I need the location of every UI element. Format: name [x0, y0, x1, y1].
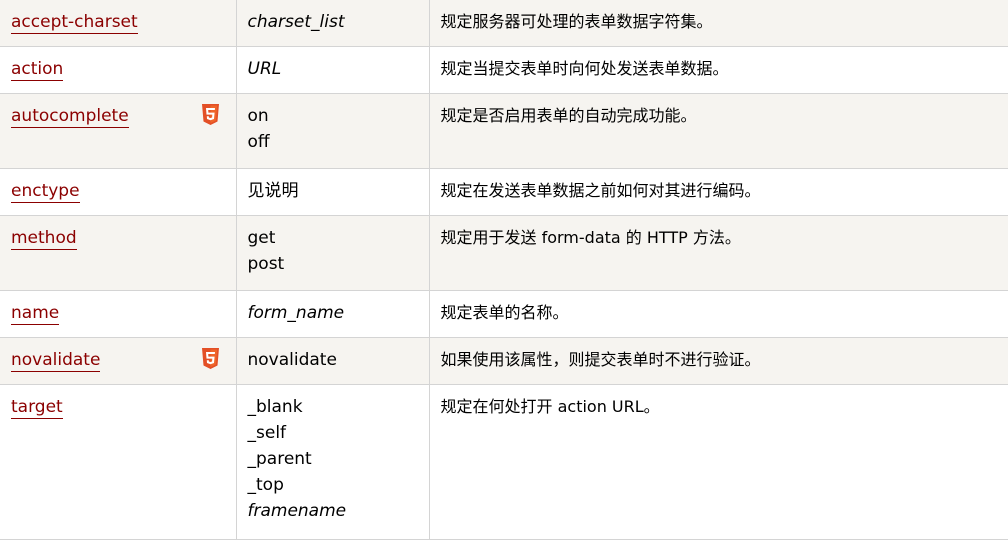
value-cell: on off [235, 93, 430, 169]
value-item: _self [247, 423, 287, 443]
value-cell: get post [235, 215, 430, 291]
attribute-link[interactable]: method [11, 228, 77, 250]
attribute-cell: accept-charset [0, 0, 237, 47]
description-cell: 规定服务器可处理的表单数据字符集。 [428, 0, 1008, 47]
value-item: charset_list [247, 12, 345, 32]
value-item: get [247, 228, 276, 248]
value-item: novalidate [247, 350, 337, 370]
attribute-link[interactable]: novalidate [11, 350, 101, 372]
value-item: framename [247, 501, 347, 521]
value-cell: form_name [235, 290, 430, 338]
value-item: _blank [247, 397, 303, 417]
description-cell: 规定当提交表单时向何处发送表单数据。 [428, 46, 1008, 94]
attribute-cell: name [0, 290, 237, 338]
html5-icon [201, 348, 219, 369]
table-row: autocomplete on off 规定是否启用表单的自动完成功能。 [0, 93, 1008, 169]
attribute-link[interactable]: autocomplete [11, 106, 129, 128]
value-cell: charset_list [235, 0, 430, 47]
attribute-cell: target [0, 384, 237, 540]
description-cell: 规定在发送表单数据之前如何对其进行编码。 [428, 168, 1008, 216]
value-item: 见说明 [247, 181, 299, 201]
table-row: method get post 规定用于发送 form-data 的 HTTP 方… [0, 215, 1008, 291]
attribute-cell: novalidate [0, 337, 237, 385]
description-cell: 规定表单的名称。 [428, 290, 1008, 338]
table-row: enctype 见说明 规定在发送表单数据之前如何对其进行编码。 [0, 168, 1008, 216]
value-item: _top [247, 475, 284, 495]
description-cell: 规定在何处打开 action URL。 [428, 384, 1008, 540]
form-attributes-table: accept-charset charset_list 规定服务器可处理的表单数… [0, 0, 1008, 540]
value-item: post [247, 254, 285, 274]
description-cell: 规定是否启用表单的自动完成功能。 [428, 93, 1008, 169]
value-item: _parent [247, 449, 312, 469]
attribute-link[interactable]: enctype [11, 181, 80, 203]
attribute-link[interactable]: accept-charset [11, 12, 138, 34]
value-item: off [247, 132, 270, 152]
value-cell: URL [235, 46, 430, 94]
value-cell: 见说明 [235, 168, 430, 216]
html5-icon [201, 104, 219, 125]
attribute-link[interactable]: action [11, 59, 64, 81]
table-row: name form_name 规定表单的名称。 [0, 290, 1008, 338]
description-cell: 如果使用该属性，则提交表单时不进行验证。 [428, 337, 1008, 385]
value-cell: novalidate [235, 337, 430, 385]
attribute-cell: enctype [0, 168, 237, 216]
value-item: on [247, 106, 269, 126]
value-item: URL [247, 59, 282, 79]
table-row: novalidate novalidate 如果使用该属性，则提交表单时不进行验… [0, 337, 1008, 385]
attribute-cell: autocomplete [0, 93, 237, 169]
attribute-link[interactable]: name [11, 303, 60, 325]
attribute-link[interactable]: target [11, 397, 63, 419]
value-item: form_name [247, 303, 345, 323]
table-row: action URL 规定当提交表单时向何处发送表单数据。 [0, 46, 1008, 94]
value-cell: _blank _self _parent _top framename [235, 384, 430, 540]
table-row: accept-charset charset_list 规定服务器可处理的表单数… [0, 0, 1008, 47]
description-cell: 规定用于发送 form-data 的 HTTP 方法。 [428, 215, 1008, 291]
attribute-cell: action [0, 46, 237, 94]
table-row: target _blank _self _parent _top framename 规… [0, 384, 1008, 540]
attribute-cell: method [0, 215, 237, 291]
